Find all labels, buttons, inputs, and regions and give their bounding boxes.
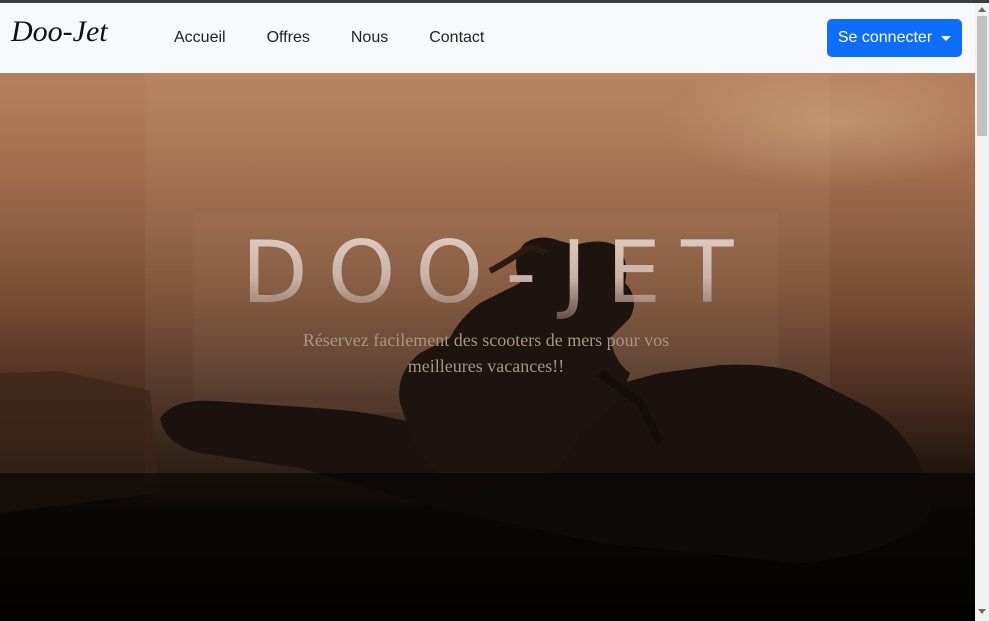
login-button-label: Se connecter xyxy=(837,29,933,46)
scroll-up-arrow-icon[interactable] xyxy=(978,7,986,12)
nav-link-accueil[interactable]: Accueil xyxy=(174,29,226,47)
nav-links: Accueil Offres Nous Contact xyxy=(174,3,525,73)
scrollbar-thumb[interactable] xyxy=(977,16,987,136)
login-dropdown-button[interactable]: Se connecter xyxy=(827,19,962,57)
nav-link-nous[interactable]: Nous xyxy=(351,29,388,47)
brand-logo[interactable]: Doo-Jet xyxy=(11,15,108,49)
scroll-down-arrow-icon[interactable] xyxy=(978,609,986,614)
navbar: Doo-Jet Accueil Offres Nous Contact Se c… xyxy=(0,3,975,73)
nav-link-contact[interactable]: Contact xyxy=(429,29,484,47)
hero-title: DOO-JET xyxy=(0,223,975,323)
hero-section: DOO-JET Réservez facilement des scooters… xyxy=(0,73,975,621)
vertical-scrollbar[interactable] xyxy=(975,3,989,621)
hero-subtitle: Réservez facilement des scooters de mers… xyxy=(302,330,670,376)
nav-link-offres[interactable]: Offres xyxy=(267,29,310,47)
caret-down-icon xyxy=(941,35,952,41)
